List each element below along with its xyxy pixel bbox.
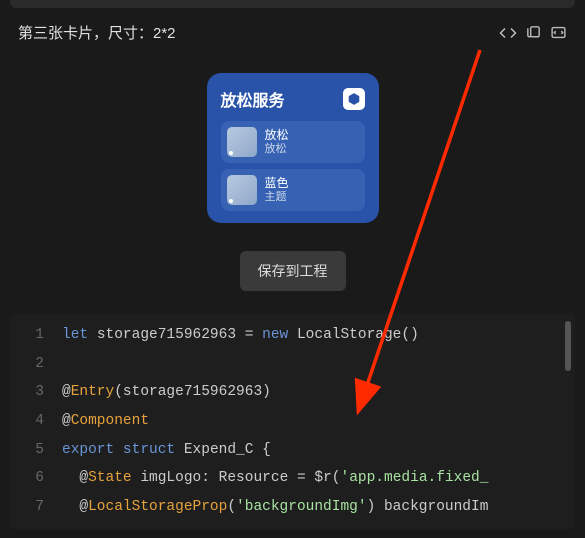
code-content: @LocalStorageProp('backgroundImg') backg… [62,495,488,520]
header-title: 第三张卡片，尺寸：2*2 [18,22,176,43]
card-logo-icon [343,88,365,110]
item-text: 蓝色 主题 [265,177,289,203]
save-button[interactable]: 保存到工程 [240,251,346,291]
code-line[interactable]: 6 @State imgLogo: Resource = $r('app.med… [10,464,575,493]
card-title: 放松服务 [221,87,285,111]
code-content: @State imgLogo: Resource = $r('app.media… [62,466,488,491]
line-number: 5 [10,438,62,463]
code-icon[interactable] [499,24,517,42]
thumbnail-icon [227,127,257,157]
code-editor[interactable]: 1let storage715962963 = new LocalStorage… [10,313,575,529]
code-content: let storage715962963 = new LocalStorage(… [62,323,419,348]
preview-area: 放松服务 放松 放松 蓝色 主题 保存到工程 [0,53,585,307]
line-number: 1 [10,323,62,348]
item-text: 放松 放松 [265,129,289,155]
card-header: 放松服务 [221,87,365,111]
scrollbar[interactable] [565,321,571,371]
header-icons [499,24,567,42]
header-bar: 第三张卡片，尺寸：2*2 [0,8,585,53]
code-content: @Component [62,409,149,434]
code-line[interactable]: 4@Component [10,407,575,436]
thumbnail-icon [227,175,257,205]
widget-card: 放松服务 放松 放松 蓝色 主题 [207,73,379,223]
code-content: @Entry(storage715962963) [62,380,271,405]
code-line[interactable]: 3@Entry(storage715962963) [10,378,575,407]
code-line[interactable]: 2 [10,350,575,379]
line-number: 3 [10,380,62,405]
code-line[interactable]: 5export struct Expend_C { [10,436,575,465]
line-number: 6 [10,466,62,491]
card-item[interactable]: 放松 放松 [221,121,365,163]
code-line[interactable]: 1let storage715962963 = new LocalStorage… [10,321,575,350]
top-panel-edge [10,0,575,8]
line-number: 7 [10,495,62,520]
item-label: 蓝色 [265,177,289,191]
line-number: 2 [10,352,62,377]
item-sublabel: 主题 [265,191,289,204]
expand-icon[interactable] [550,24,567,41]
line-number: 4 [10,409,62,434]
copy-icon[interactable] [525,24,542,41]
code-line[interactable]: 7 @LocalStorageProp('backgroundImg') bac… [10,493,575,522]
item-sublabel: 放松 [265,143,289,156]
card-item[interactable]: 蓝色 主题 [221,169,365,211]
code-content: export struct Expend_C { [62,438,271,463]
item-label: 放松 [265,129,289,143]
